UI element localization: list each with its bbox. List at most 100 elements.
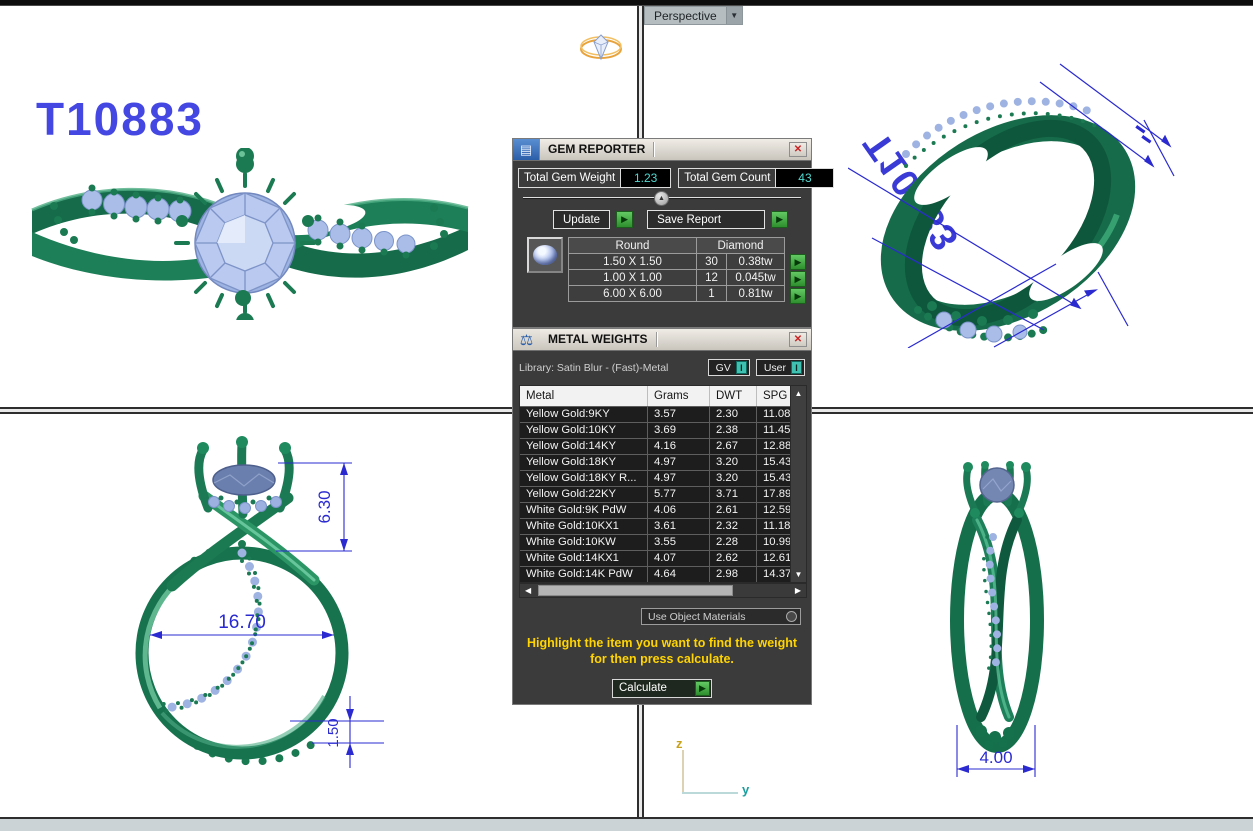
viewport-title-tab[interactable]: Perspective ▼ [644,6,743,25]
gem-row-buttons: ▶ ▶ ▶ [790,254,806,304]
metal-cell: 11.08 [757,407,791,422]
metal-cell: 3.20 [710,455,757,470]
gem-reporter-close-icon[interactable]: ✕ [789,142,807,157]
metal-cell: White Gold:14KX1 [520,551,648,566]
metal-cell: 5.77 [648,487,710,502]
metal-cell: 2.30 [710,407,757,422]
gem-row[interactable]: 1.50 X 1.50 30 0.38tw [569,254,785,270]
panel-collapse-slider: ▲ [523,191,801,206]
gem-row-go-icon[interactable]: ▶ [790,271,806,287]
gem-row[interactable]: 6.00 X 6.00 1 0.81tw [569,286,785,302]
metal-weights-panel: ⚖ METAL WEIGHTS ✕ Library: Satin Blur - … [512,328,812,705]
metal-cell: 2.62 [710,551,757,566]
ring-perspective-render [848,58,1178,348]
gem-type-header: Diamond [697,238,785,254]
gv-label: GV [716,362,731,374]
metal-cell: White Gold:9K PdW [520,503,648,518]
metal-cell: 11.45 [757,423,791,438]
scroll-left-icon[interactable]: ◀ [520,586,536,595]
save-report-button[interactable]: Save Report [647,210,765,229]
gem-count: 30 [697,254,727,270]
gem-row-go-icon[interactable]: ▶ [790,254,806,270]
metal-cell: Yellow Gold:18KY [520,455,648,470]
gem-reporter-panel: ▤ GEM REPORTER ✕ Total Gem Weight 1.23 T… [512,138,812,328]
metal-cell: 3.20 [710,471,757,486]
dropdown-circle-icon[interactable] [786,611,797,622]
metal-table-row[interactable]: Yellow Gold:18KY R...4.973.2015.43 [520,470,806,486]
metal-cell: 15.43 [757,471,791,486]
vertical-scrollbar[interactable]: ▲ ▼ [790,386,806,582]
horizontal-scrollbar[interactable]: ◀ ▶ [519,583,807,598]
metal-table-row[interactable]: White Gold:9K PdW4.062.6112.59 [520,502,806,518]
metal-table-header: Metal Grams DWT SPG [520,386,806,406]
metal-table-row[interactable]: White Gold:10KW3.552.2810.99 [520,534,806,550]
metal-cell: Yellow Gold:14KY [520,439,648,454]
metal-table-row[interactable]: White Gold:14K PdW4.642.9814.37 [520,566,806,582]
gem-reporter-header[interactable]: ▤ GEM REPORTER ✕ [513,139,811,161]
update-button[interactable]: Update [553,210,610,229]
metal-cell: 17.89 [757,487,791,502]
calculate-go-icon[interactable]: ▶ [695,681,710,696]
ring-top-view-render [30,148,470,320]
metal-weights-close-icon[interactable]: ✕ [789,332,807,347]
scroll-up-icon[interactable]: ▲ [795,386,803,401]
gem-row-go-icon[interactable]: ▶ [790,288,806,304]
y-axis-label: y [742,782,749,797]
metal-cell: 4.97 [648,455,710,470]
gv-toggle-icon[interactable]: I [736,361,747,374]
top-menu-bar [0,0,1253,6]
library-label: Library: Satin Blur - (Fast)-Metal [519,362,702,374]
dim-inner-diameter: 16.70 [218,612,266,633]
viewport-dropdown-icon[interactable]: ▼ [726,7,742,24]
metal-cell: 12.59 [757,503,791,518]
update-go-icon[interactable]: ▶ [616,211,633,228]
col-grams: Grams [648,386,710,406]
axis-gizmo: z y [668,740,758,802]
save-report-go-icon[interactable]: ▶ [771,211,788,228]
gv-button[interactable]: GV I [708,359,750,376]
gem-shape-button[interactable] [527,237,563,273]
metal-cell: White Gold:10KX1 [520,519,648,534]
user-toggle-icon[interactable]: I [791,361,802,374]
total-gem-count-value: 43 [775,169,833,187]
use-object-materials-label: Use Object Materials [642,611,786,623]
metal-cell: 3.61 [648,519,710,534]
instruction-line1: Highlight the item you want to find the … [513,635,811,651]
metal-table-row[interactable]: Yellow Gold:9KY3.572.3011.08 [520,406,806,422]
gem-weight: 0.38tw [727,254,785,270]
gem-row[interactable]: 1.00 X 1.00 12 0.045tw [569,270,785,286]
metal-table-row[interactable]: Yellow Gold:18KY4.973.2015.43 [520,454,806,470]
gem-shape-header: Round [569,238,697,254]
user-button[interactable]: User I [756,359,805,376]
metal-table-row[interactable]: Yellow Gold:10KY3.692.3811.45 [520,422,806,438]
instruction-text: Highlight the item you want to find the … [513,635,811,668]
metal-cell: Yellow Gold:22KY [520,487,648,502]
metal-cell: 4.97 [648,471,710,486]
dim-shank-thickness: 1.50 [325,718,342,747]
collapse-knob[interactable]: ▲ [654,191,669,206]
scroll-down-icon[interactable]: ▼ [795,567,803,582]
instruction-line2: for then press calculate. [513,651,811,667]
design-id-label: T10883 [36,92,204,146]
metal-table-row[interactable]: White Gold:14KX14.072.6212.61 [520,550,806,566]
col-spg: SPG [757,386,791,406]
library-row: Library: Satin Blur - (Fast)-Metal GV I … [519,359,805,376]
metal-table-row[interactable]: Yellow Gold:22KY5.773.7117.89 [520,486,806,502]
gem-reporter-title: GEM REPORTER [540,139,653,160]
metal-cell: 3.55 [648,535,710,550]
scroll-right-icon[interactable]: ▶ [790,586,806,595]
metal-weights-header[interactable]: ⚖ METAL WEIGHTS ✕ [513,329,811,351]
use-object-materials-dropdown[interactable]: Use Object Materials [641,608,801,625]
metal-cell: 15.43 [757,455,791,470]
gem-summary-table: Round Diamond 1.50 X 1.50 30 0.38tw 1.00… [568,237,785,302]
metal-table: Metal Grams DWT SPG Yellow Gold:9KY3.572… [519,385,807,583]
metal-cell: 2.61 [710,503,757,518]
calculate-button[interactable]: Calculate ▶ [612,679,712,698]
hscroll-thumb[interactable] [538,585,733,596]
metal-cell: Yellow Gold:9KY [520,407,648,422]
metal-table-row[interactable]: Yellow Gold:14KY4.162.6712.88 [520,438,806,454]
metal-cell: 4.64 [648,567,710,582]
gem-table: Round Diamond 1.50 X 1.50 30 0.38tw 1.00… [527,237,811,304]
metal-table-row[interactable]: White Gold:10KX13.612.3211.18 [520,518,806,534]
ring-side-view-render: 4.00 [915,425,1085,790]
